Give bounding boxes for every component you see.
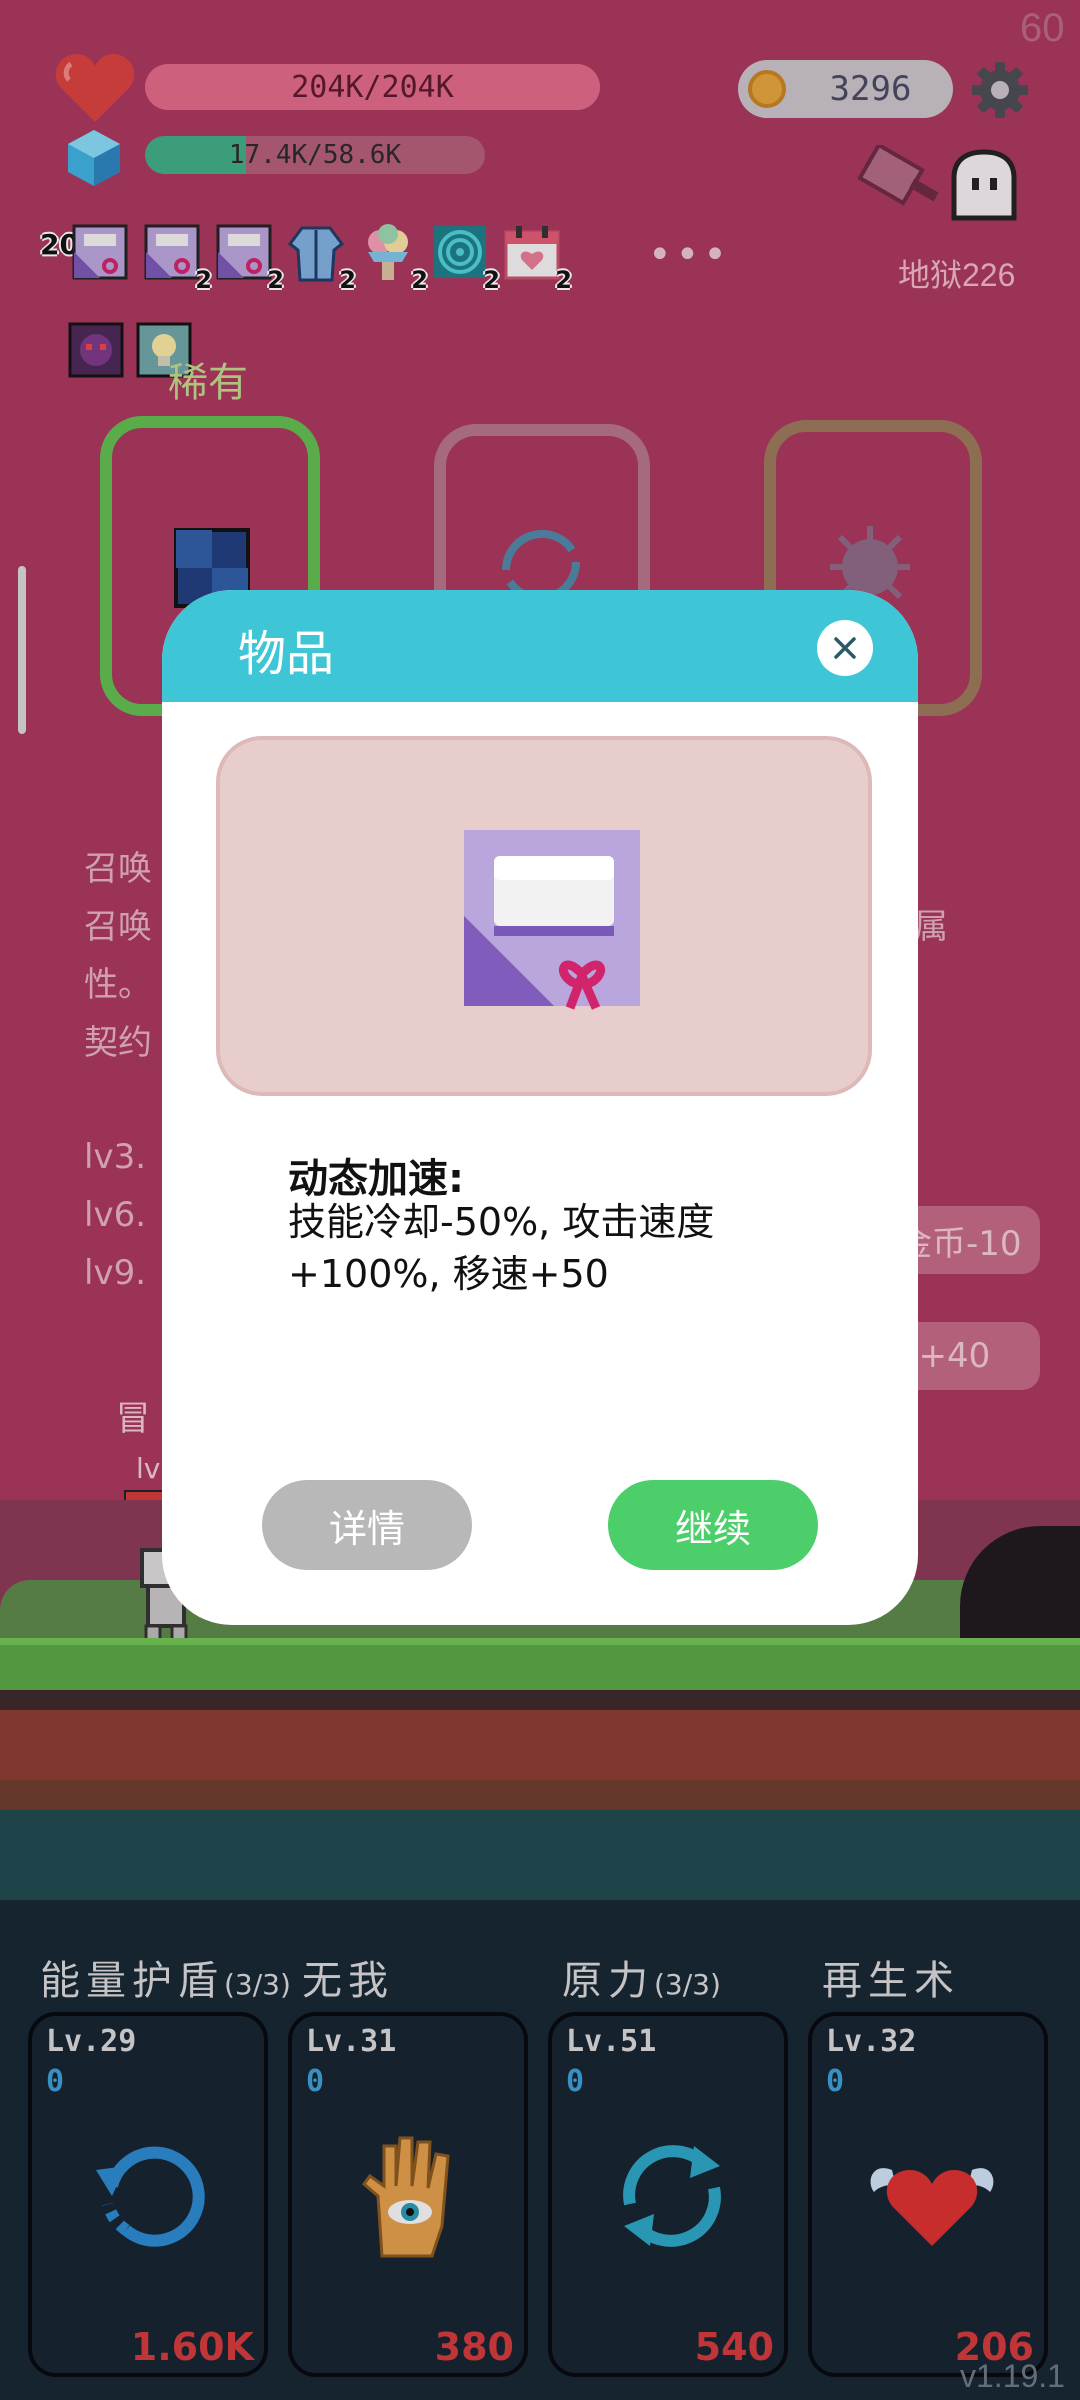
modal-header: 物品 [162,590,918,702]
item-preview [216,736,872,1096]
close-button[interactable] [817,620,873,676]
dynamic-speed-item-icon [464,830,640,1010]
modal-title: 物品 [238,626,335,682]
item-modal: 物品 动态加速: 技能冷却-50%, 攻击速度+100%, 移速+50 详情 继… [162,590,918,1625]
item-description: 技能冷却-50%, 攻击速度+100%, 移速+50 [288,1200,715,1296]
close-icon [834,637,856,659]
continue-button[interactable]: 继续 [608,1480,818,1570]
details-button[interactable]: 详情 [262,1480,472,1570]
